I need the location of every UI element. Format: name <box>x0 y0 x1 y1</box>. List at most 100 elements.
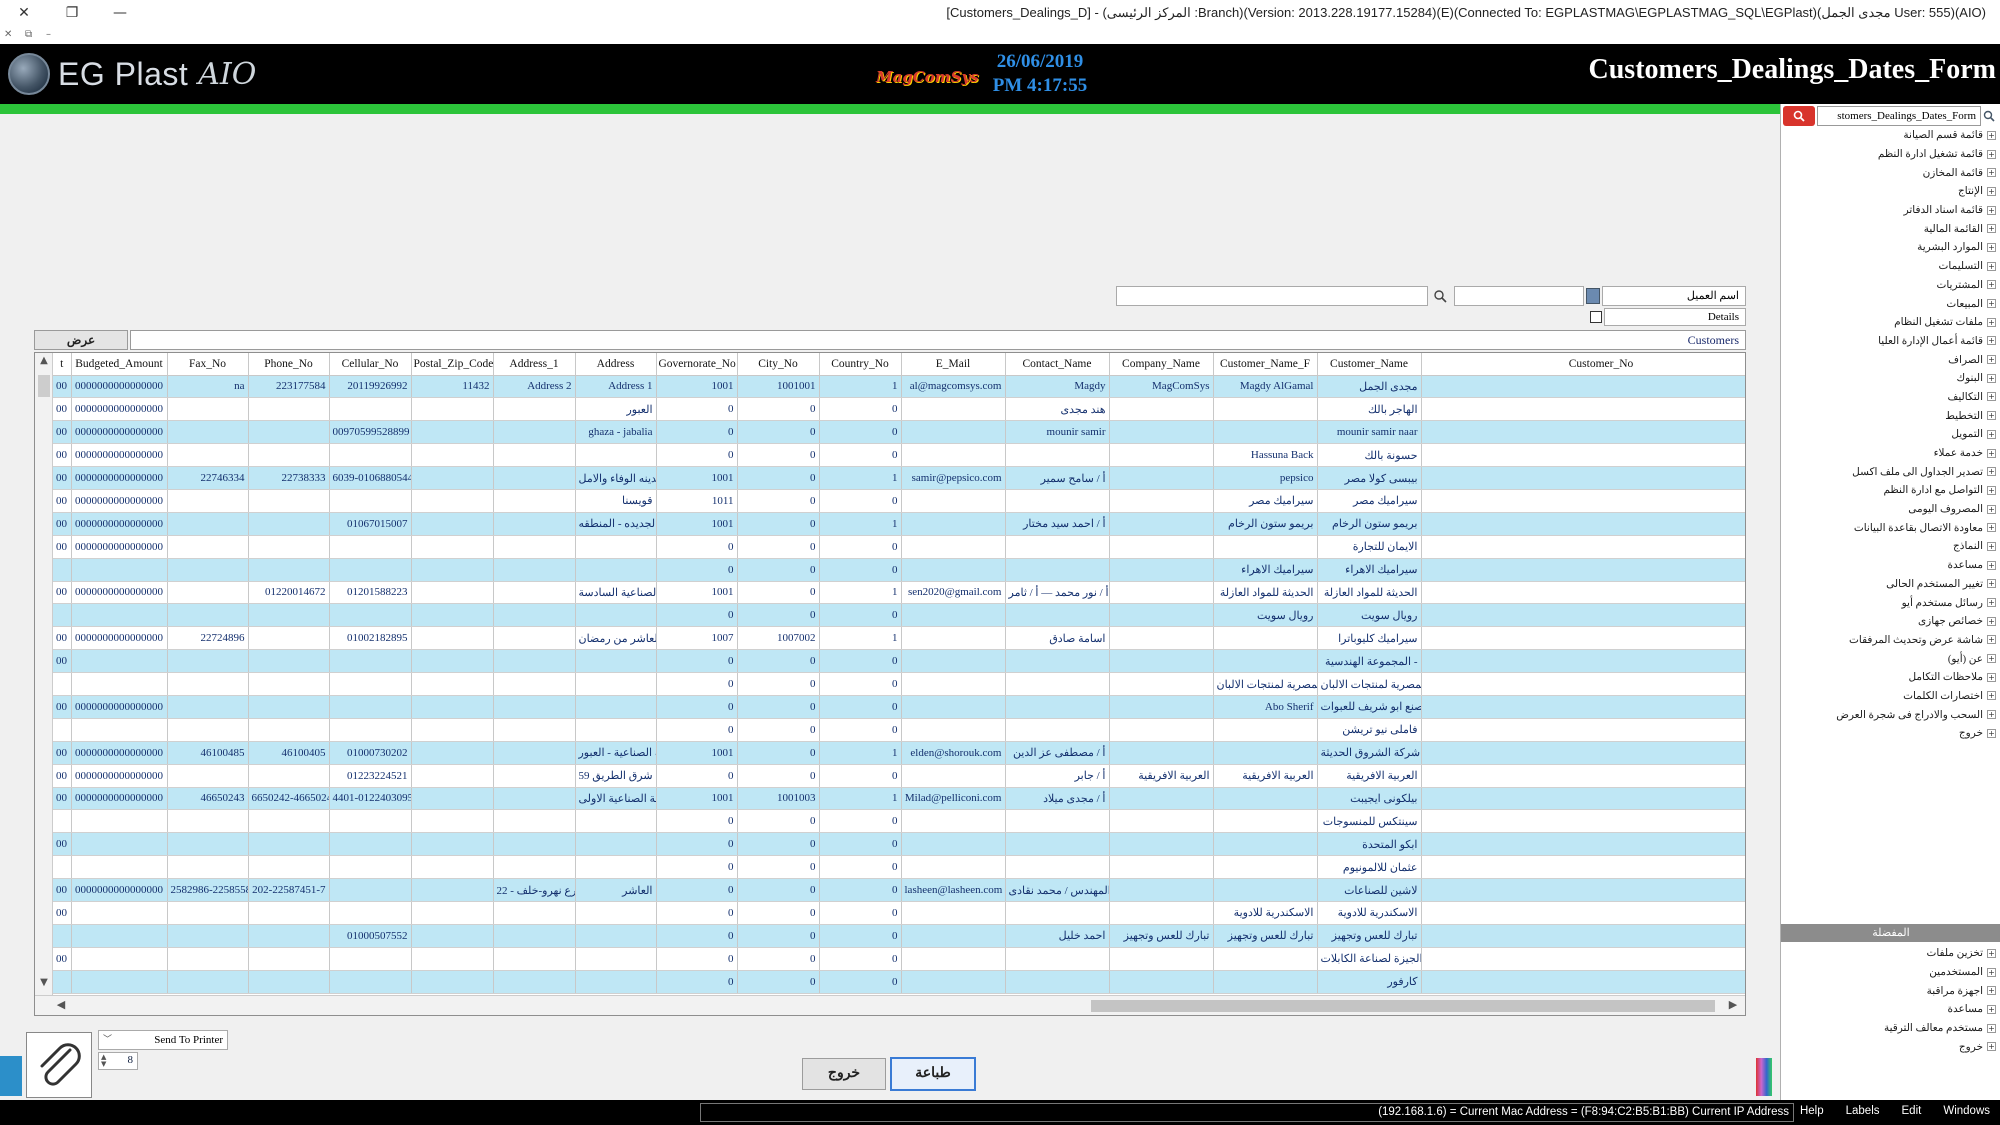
table-cell[interactable]: 1 <box>819 581 902 605</box>
table-cell[interactable]: شركة الشروق الحديثة <box>1317 741 1422 765</box>
table-cell[interactable]: هند مجدى <box>1005 397 1110 422</box>
table-cell[interactable]: 0 <box>819 855 902 880</box>
table-cell[interactable]: 0 <box>737 649 820 674</box>
table-row[interactable]: 0 0 0 المصرية لمنتجات الالبان المصرية لمنتجا… <box>53 672 1745 696</box>
table-cell[interactable] <box>1213 741 1318 765</box>
table-cell[interactable]: أ / احمد سيد مختار <box>1005 512 1110 536</box>
table-cell[interactable] <box>411 855 494 880</box>
expand-icon[interactable]: + <box>1987 224 1996 234</box>
table-row[interactable]: 000عثمان للالمونيوم62 <box>53 855 1745 880</box>
table-cell[interactable] <box>901 764 1006 788</box>
table-cell[interactable] <box>901 855 1006 880</box>
mdi-close-button[interactable]: ✕ <box>4 29 18 40</box>
favorite-item[interactable]: + تخزين ملفات <box>1884 944 1996 963</box>
table-cell[interactable] <box>901 970 1006 994</box>
table-cell[interactable] <box>248 832 330 857</box>
table-cell[interactable]: 0 <box>656 649 738 674</box>
table-cell[interactable]: 5 <box>1421 397 1745 422</box>
table-cell[interactable]: 00 <box>53 489 72 513</box>
table-cell[interactable]: 0 <box>656 558 738 582</box>
column-header[interactable]: Customer_No <box>1421 353 1745 376</box>
table-cell[interactable]: 22724896 <box>167 626 249 651</box>
table-cell[interactable] <box>53 603 72 628</box>
table-cell[interactable] <box>71 901 168 925</box>
table-cell[interactable] <box>167 718 249 742</box>
table-cell[interactable] <box>1005 832 1110 857</box>
table-cell[interactable]: 0 <box>737 558 820 582</box>
table-cell[interactable] <box>901 558 1006 582</box>
table-cell[interactable] <box>1109 558 1214 582</box>
table-cell[interactable]: القاهره الجديده - المنطقه <box>575 512 657 536</box>
table-cell[interactable]: عثمان للالمونيوم <box>1317 855 1422 880</box>
table-row[interactable]: 00 0000000000000000 0 0 0 Hassuna Back حسونة ب… <box>53 443 1745 468</box>
table-cell[interactable]: 28 <box>1421 581 1745 605</box>
table-cell[interactable] <box>493 443 576 468</box>
menu-tree-item[interactable]: + خدمة عملاء <box>1836 444 1996 463</box>
table-cell[interactable]: 0 <box>819 649 902 674</box>
table-cell[interactable]: 0000000000000000 <box>71 512 168 536</box>
table-cell[interactable]: 0 <box>819 809 902 834</box>
table-cell[interactable]: 00 <box>53 695 72 719</box>
table-cell[interactable] <box>1005 855 1110 880</box>
vertical-scrollbar[interactable]: ▲ ▼ <box>35 353 53 995</box>
table-cell[interactable] <box>493 466 576 490</box>
table-cell[interactable]: 01223224521 <box>329 764 412 788</box>
table-cell[interactable] <box>575 718 657 742</box>
table-cell[interactable]: 0 <box>656 878 738 902</box>
table-cell[interactable]: 34 <box>1421 626 1745 651</box>
table-cell[interactable] <box>1005 809 1110 834</box>
column-header[interactable]: Customer_Name_F <box>1213 353 1318 376</box>
table-cell[interactable] <box>1213 832 1318 857</box>
menu-tree-item[interactable]: + شاشة عرض وتحديث المرفقات <box>1836 631 1996 650</box>
menu-tree-item[interactable]: + المصروف اليومى <box>1836 500 1996 519</box>
menu-tree-item[interactable]: + اختصارات الكلمات <box>1836 687 1996 706</box>
table-cell[interactable] <box>1005 558 1110 582</box>
menu-tree-item[interactable]: + رسائل مستخدم أيو <box>1836 593 1996 612</box>
table-cell[interactable] <box>53 855 72 880</box>
table-cell[interactable] <box>411 626 494 651</box>
table-cell[interactable] <box>1213 970 1318 994</box>
table-cell[interactable]: العبور <box>575 397 657 422</box>
table-cell[interactable] <box>167 581 249 605</box>
expand-icon[interactable]: + <box>1987 504 1996 514</box>
table-cell[interactable]: لاشين للصناعات <box>1317 878 1422 902</box>
table-cell[interactable] <box>1109 855 1214 880</box>
table-cell[interactable] <box>1109 970 1214 994</box>
table-cell[interactable]: 0 <box>819 764 902 788</box>
table-cell[interactable]: 1001 <box>656 466 738 490</box>
table-cell[interactable] <box>901 535 1006 559</box>
table-cell[interactable]: 00 <box>53 420 72 445</box>
table-cell[interactable]: 4401-01224030950 <box>329 787 412 811</box>
column-header[interactable]: t <box>53 353 72 376</box>
table-cell[interactable]: 0 <box>819 901 902 925</box>
table-cell[interactable] <box>411 695 494 719</box>
menu-tree-item[interactable]: + مساعدة <box>1836 556 1996 575</box>
table-cell[interactable]: العربية الافريقية <box>1317 764 1422 788</box>
table-cell[interactable] <box>575 695 657 719</box>
table-cell[interactable]: Magdy <box>1005 375 1110 399</box>
exit-button[interactable]: خروج <box>802 1058 886 1090</box>
table-cell[interactable] <box>329 832 412 857</box>
table-row[interactable]: 00 0000000000000000 na 223177584 20119926992… <box>53 375 1745 399</box>
table-cell[interactable] <box>53 558 72 582</box>
table-cell[interactable] <box>901 603 1006 628</box>
table-row[interactable]: 00000المجموعة الهندسية -39 <box>53 649 1745 674</box>
table-cell[interactable]: 0000000000000000 <box>71 764 168 788</box>
table-cell[interactable]: 1 <box>819 466 902 490</box>
table-cell[interactable]: 0 <box>819 603 902 628</box>
table-cell[interactable]: 1001 <box>656 375 738 399</box>
table-cell[interactable]: mounir samir <box>1005 420 1110 445</box>
table-cell[interactable] <box>493 535 576 559</box>
table-cell[interactable] <box>411 741 494 765</box>
table-cell[interactable]: 00 <box>53 397 72 422</box>
table-cell[interactable] <box>1109 741 1214 765</box>
table-cell[interactable] <box>1213 947 1318 971</box>
table-cell[interactable]: 00 <box>53 581 72 605</box>
table-cell[interactable] <box>493 695 576 719</box>
table-cell[interactable]: al@magcomsys.com <box>901 375 1006 399</box>
table-cell[interactable] <box>493 581 576 605</box>
table-cell[interactable] <box>901 947 1006 971</box>
table-cell[interactable]: 0000000000000000 <box>71 397 168 422</box>
table-cell[interactable]: 0 <box>656 901 738 925</box>
table-cell[interactable]: 0 <box>737 489 820 513</box>
